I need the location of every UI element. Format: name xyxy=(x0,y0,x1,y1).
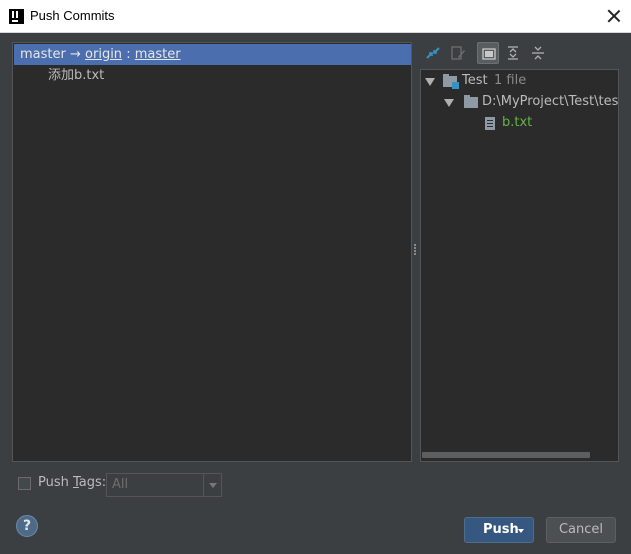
module-folder-icon xyxy=(443,74,459,89)
close-icon[interactable] xyxy=(603,5,625,27)
push-tags-label: Push Tags: xyxy=(38,475,107,490)
window-title: Push Commits xyxy=(30,8,115,23)
remote-separator: : xyxy=(126,47,131,62)
help-button[interactable]: ? xyxy=(16,515,38,537)
commits-list[interactable]: master → origin : master 添加b.txt xyxy=(12,42,412,462)
tree-node-file[interactable]: b.txt xyxy=(421,113,618,133)
file-name: b.txt xyxy=(502,115,533,130)
group-by-directory-icon[interactable] xyxy=(477,42,499,64)
branch-push-row[interactable]: master → origin : master xyxy=(14,44,411,65)
horizontal-scrollbar[interactable] xyxy=(422,452,590,458)
push-button[interactable]: Push xyxy=(464,517,534,543)
edit-source-icon[interactable] xyxy=(447,42,469,64)
tags-mode-select[interactable]: All xyxy=(106,473,222,497)
collapse-all-icon[interactable] xyxy=(527,42,549,64)
show-diff-icon[interactable] xyxy=(422,42,444,64)
chevron-down-icon[interactable] xyxy=(203,474,221,496)
module-file-count: 1 file xyxy=(494,73,527,88)
dropdown-arrow-icon[interactable] xyxy=(518,529,524,533)
push-tags-checkbox[interactable] xyxy=(18,477,31,490)
tree-node-directory[interactable]: D:\MyProject\Test\test xyxy=(421,92,618,112)
changes-toolbar xyxy=(420,42,620,66)
expand-all-icon[interactable] xyxy=(502,42,524,64)
commit-item[interactable]: 添加b.txt xyxy=(48,67,104,85)
remote-name-link[interactable]: origin xyxy=(85,47,122,62)
text-file-icon xyxy=(485,117,495,130)
title-bar: Push Commits xyxy=(0,0,631,33)
tree-node-module[interactable]: Test 1 file xyxy=(421,71,618,91)
local-branch: master xyxy=(20,47,66,62)
tags-mode-value: All xyxy=(112,477,129,492)
folder-icon xyxy=(464,95,478,108)
intellij-app-icon xyxy=(9,9,24,24)
directory-path: D:\MyProject\Test\test xyxy=(482,94,619,109)
expand-arrow-icon[interactable] xyxy=(425,78,435,86)
cancel-button[interactable]: Cancel xyxy=(546,517,616,543)
expand-arrow-icon[interactable] xyxy=(444,99,454,107)
splitter-handle[interactable] xyxy=(413,244,417,258)
arrow-right-icon: → xyxy=(69,47,81,62)
push-button-label: Push xyxy=(483,522,519,537)
remote-branch-link[interactable]: master xyxy=(135,47,181,62)
module-name: Test xyxy=(462,73,488,88)
changes-tree[interactable]: Test 1 file D:\MyProject\Test\test b.txt xyxy=(420,69,619,462)
